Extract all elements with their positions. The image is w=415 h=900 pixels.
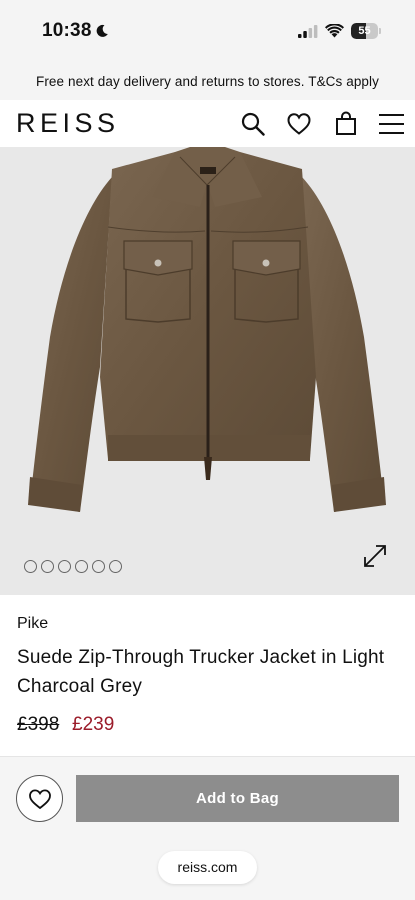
- pagination-dot[interactable]: [58, 560, 71, 573]
- wifi-icon: [325, 24, 344, 38]
- search-icon[interactable]: [240, 111, 266, 137]
- battery-indicator: 55: [351, 23, 381, 39]
- pagination-dot[interactable]: [24, 560, 37, 573]
- reiss-logo[interactable]: REISS: [16, 108, 120, 139]
- product-image-gallery[interactable]: [0, 147, 415, 595]
- status-bar: 10:38 55: [0, 0, 415, 62]
- add-to-bag-button[interactable]: Add to Bag: [76, 775, 399, 822]
- address-bar[interactable]: reiss.com: [158, 851, 257, 884]
- pagination-dot[interactable]: [41, 560, 54, 573]
- promo-banner[interactable]: Free next day delivery and returns to st…: [0, 62, 415, 100]
- pagination-dot[interactable]: [75, 560, 88, 573]
- heart-icon[interactable]: [286, 111, 312, 137]
- wishlist-button[interactable]: [16, 775, 63, 822]
- product-title: Suede Zip-Through Trucker Jacket in Ligh…: [17, 647, 385, 697]
- sale-price: £239: [72, 714, 115, 735]
- browser-toolbar: reiss.com: [0, 838, 415, 900]
- status-time: 10:38: [42, 20, 92, 41]
- moon-icon: [96, 24, 108, 37]
- heart-icon: [29, 789, 51, 810]
- bag-icon[interactable]: [333, 111, 359, 137]
- purchase-bar: Add to Bag: [0, 756, 415, 838]
- site-header: REISS: [0, 100, 415, 147]
- image-pagination: [24, 560, 122, 573]
- battery-level: 55: [358, 25, 371, 37]
- pagination-dot[interactable]: [92, 560, 105, 573]
- signal-icon: [298, 25, 318, 38]
- product-brand: Pike: [17, 615, 49, 632]
- original-price: £398: [17, 714, 60, 735]
- menu-icon[interactable]: [378, 111, 404, 137]
- product-image-jacket: [28, 147, 386, 512]
- pagination-dot[interactable]: [109, 560, 122, 573]
- expand-icon[interactable]: [362, 543, 388, 569]
